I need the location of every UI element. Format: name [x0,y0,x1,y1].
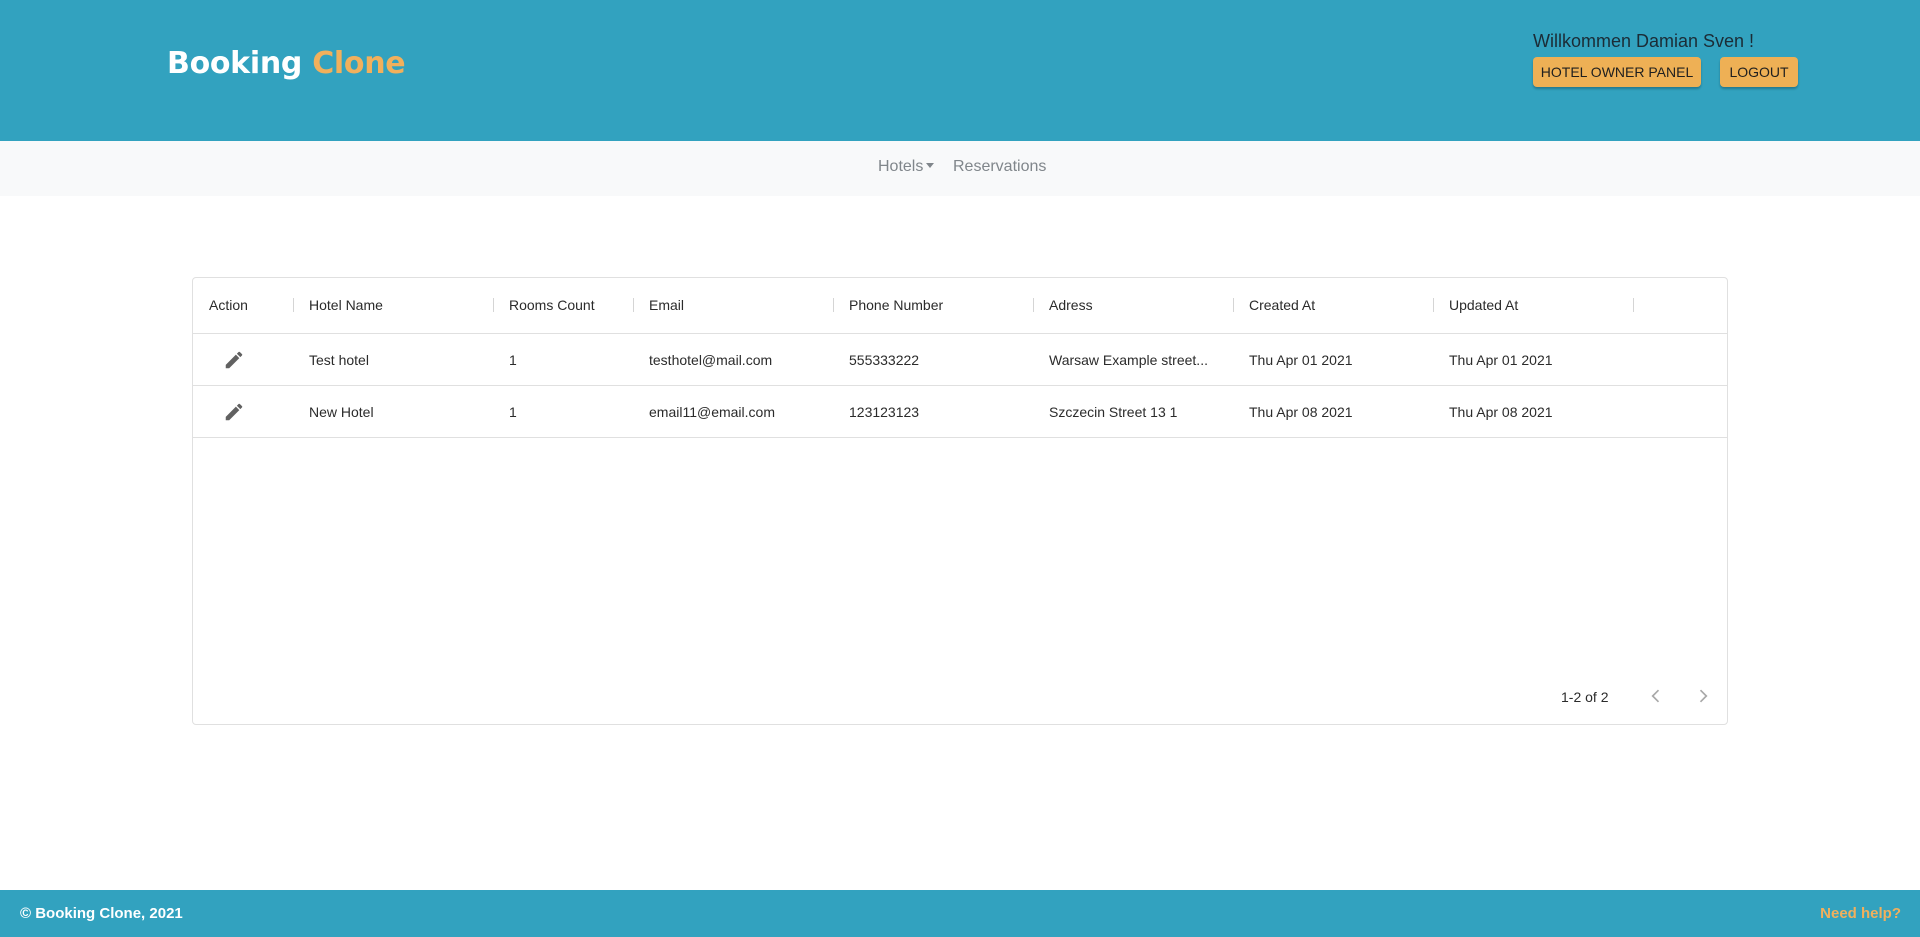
chevron-right-icon[interactable] [1693,686,1713,706]
chevron-left-icon[interactable] [1646,686,1666,706]
column-separator[interactable] [1633,298,1634,312]
cell-rooms-count: 1 [509,404,517,420]
brand-logo[interactable]: Booking Clone [167,46,406,81]
table-header: Action Hotel Name Rooms Count Email Phon… [193,278,1727,334]
nav-reservations[interactable]: Reservations [953,158,1046,176]
navbar: Hotels Reservations [0,141,1920,196]
column-header-hotel-name[interactable]: Hotel Name [309,297,383,313]
need-help-link[interactable]: Need help? [1820,905,1901,922]
pagination-info: 1-2 of 2 [1561,689,1609,705]
column-separator[interactable] [1233,298,1234,312]
table-row[interactable]: New Hotel 1 email11@email.com 123123123 … [193,386,1727,438]
column-separator[interactable] [1433,298,1434,312]
cell-hotel-name: New Hotel [309,404,374,420]
column-header-action[interactable]: Action [209,297,248,313]
cell-phone-number: 123123123 [849,404,920,420]
cell-updated-at: Thu Apr 01 2021 [1449,352,1553,368]
cell-created-at: Thu Apr 08 2021 [1249,404,1353,420]
column-header-rooms-count[interactable]: Rooms Count [509,297,595,313]
cell-created-at: Thu Apr 01 2021 [1249,352,1353,368]
cell-email: testhotel@mail.com [649,352,773,368]
footer: © Booking Clone, 2021 Need help? [0,890,1920,937]
column-header-updated-at[interactable]: Updated At [1449,297,1518,313]
cell-email: email11@email.com [649,404,775,420]
column-separator[interactable] [1033,298,1034,312]
column-separator[interactable] [293,298,294,312]
header: Booking Clone Willkommen Damian Sven ! H… [0,0,1920,141]
cell-address: Szczecin Street 13 1 [1049,404,1178,420]
brand-part2: Clone [312,46,406,81]
table-row[interactable]: Test hotel 1 testhotel@mail.com 55533322… [193,334,1727,386]
column-header-created-at[interactable]: Created At [1249,297,1315,313]
cell-rooms-count: 1 [509,352,517,368]
hotels-table: Action Hotel Name Rooms Count Email Phon… [192,277,1728,725]
hotel-owner-panel-button[interactable]: HOTEL OWNER PANEL [1533,57,1701,87]
cell-address: Warsaw Example street... [1049,352,1208,368]
brand-part1: Booking [167,46,303,81]
copyright-text: © Booking Clone, 2021 [20,905,183,922]
cell-hotel-name: Test hotel [309,352,369,368]
column-header-phone-number[interactable]: Phone Number [849,297,943,313]
nav-hotels-label: Hotels [878,158,924,175]
pencil-icon[interactable] [223,401,245,423]
logout-button[interactable]: LOGOUT [1720,57,1798,87]
cell-phone-number: 555333222 [849,352,920,368]
cell-updated-at: Thu Apr 08 2021 [1449,404,1553,420]
column-separator[interactable] [493,298,494,312]
nav-hotels-dropdown[interactable]: Hotels [878,158,935,176]
column-separator[interactable] [633,298,634,312]
caret-down-icon [926,163,935,168]
column-separator[interactable] [833,298,834,312]
column-header-address[interactable]: Adress [1049,297,1093,313]
column-header-email[interactable]: Email [649,297,684,313]
welcome-text: Willkommen Damian Sven ! [1533,31,1755,51]
pencil-icon[interactable] [223,349,245,371]
